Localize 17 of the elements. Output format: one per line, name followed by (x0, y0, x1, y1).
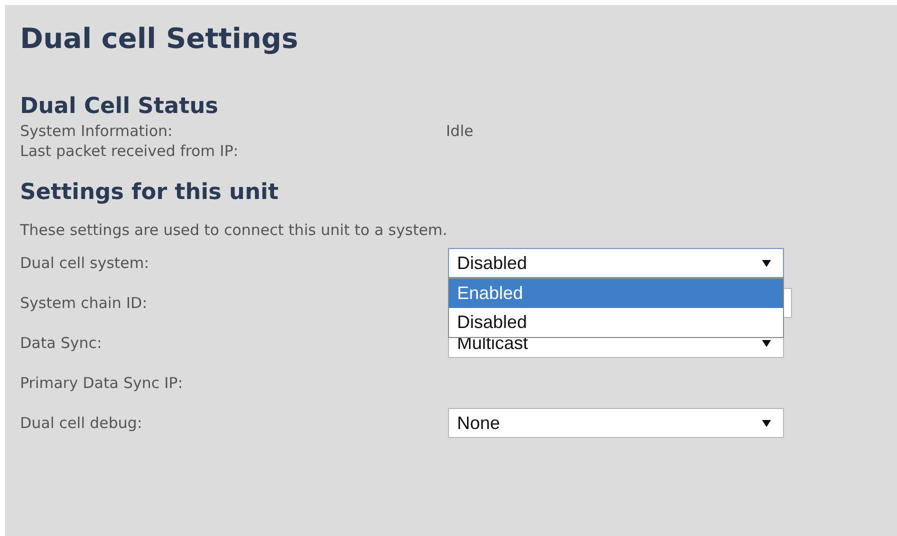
dropdown-option[interactable]: Enabled (449, 279, 783, 308)
field-label: System chain ID: (20, 292, 148, 314)
description-text: These settings are used to connect this unit to a system. (20, 220, 448, 241)
caret-icon (762, 420, 771, 426)
field-label: Dual cell debug: (20, 412, 144, 434)
info-label: Last packet received from IP: (20, 140, 240, 162)
field-label: Dual cell system: (20, 252, 150, 274)
field-label: Data Sync: (20, 332, 103, 354)
page-title: Dual cell Settings (20, 21, 300, 57)
section-heading: Dual Cell Status (20, 93, 220, 121)
info-label: System Information: (20, 120, 174, 142)
section-heading: Settings for this unit (20, 179, 280, 207)
field-label: Primary Data Sync IP: (20, 372, 184, 394)
dropdown[interactable]: Disabled (448, 248, 784, 278)
dropdown[interactable]: None (448, 408, 784, 438)
caret-icon (762, 260, 771, 266)
info-value: Idle (446, 120, 474, 142)
